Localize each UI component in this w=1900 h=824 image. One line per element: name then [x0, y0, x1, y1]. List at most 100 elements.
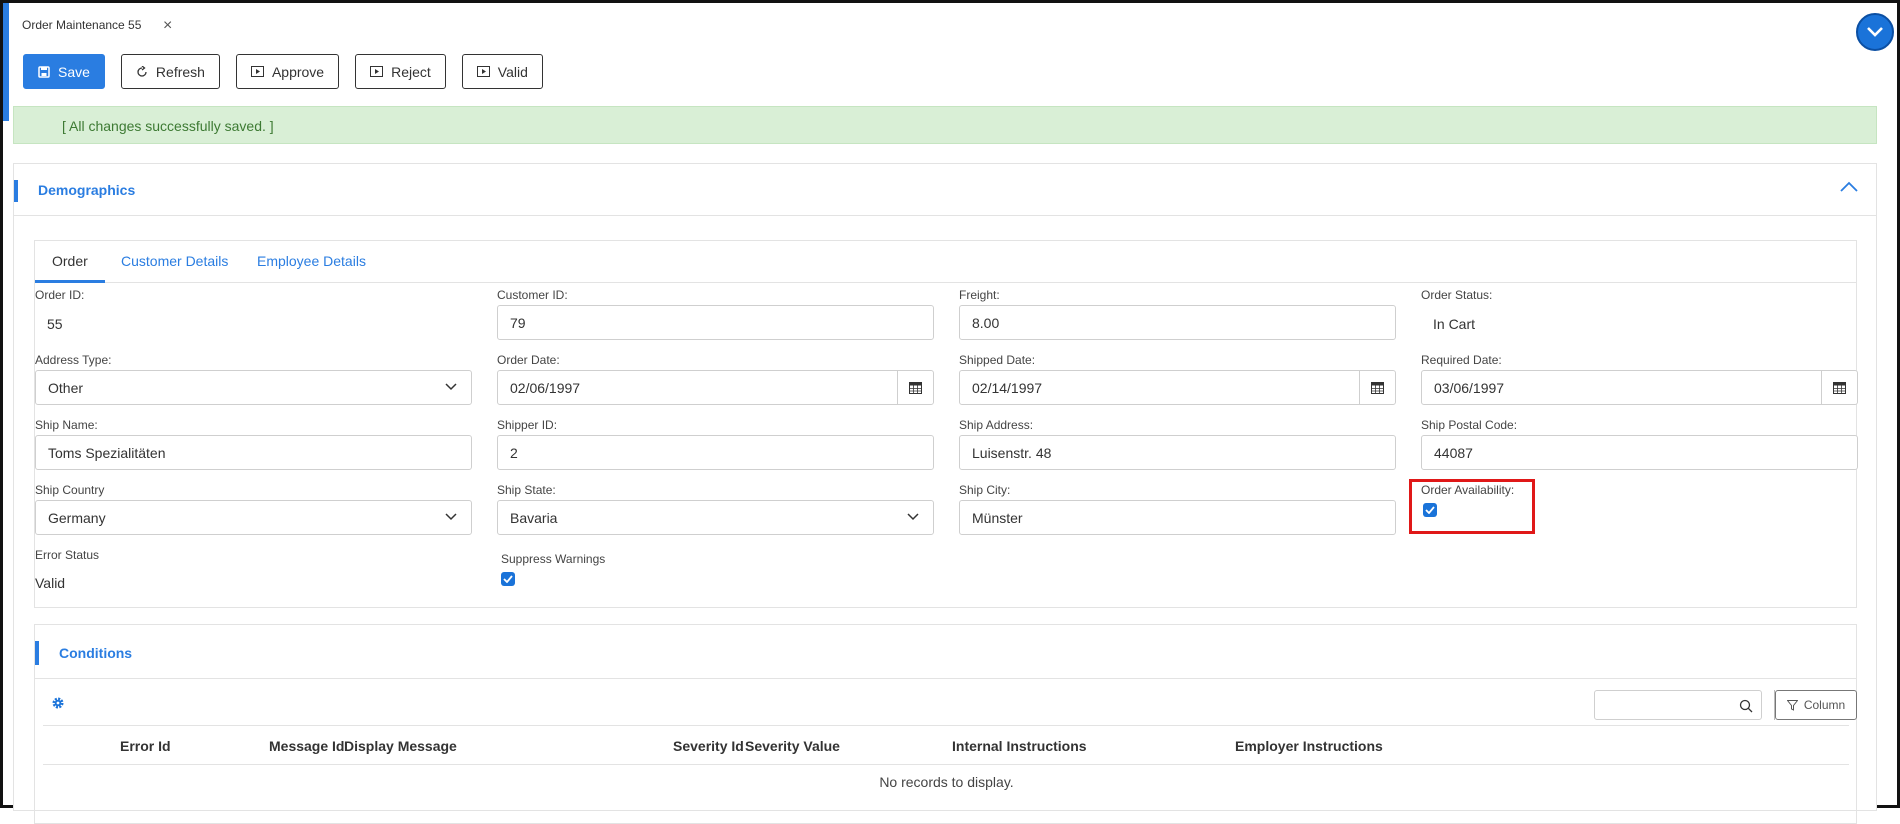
success-message: [ All changes successfully saved. ]: [62, 118, 274, 134]
ship-state-label: Ship State:: [497, 483, 556, 497]
tab-customer-details[interactable]: Customer Details: [121, 253, 228, 269]
customer-id-label: Customer ID:: [497, 288, 568, 302]
chevron-down-icon[interactable]: [1856, 13, 1894, 51]
order-date-label: Order Date:: [497, 353, 560, 367]
column-button-label: Column: [1803, 698, 1846, 712]
order-date-value: 02/06/1997: [510, 379, 581, 396]
order-date-input[interactable]: 02/06/1997: [497, 370, 934, 405]
close-icon[interactable]: ×: [163, 18, 172, 34]
valid-button[interactable]: Valid: [461, 54, 543, 89]
active-tab-underline: [35, 280, 105, 283]
chevron-down-icon: [445, 513, 457, 521]
window-tab-title[interactable]: Order Maintenance 55: [22, 18, 141, 32]
empty-grid-message: No records to display.: [879, 774, 1014, 790]
calendar-icon[interactable]: [1359, 371, 1395, 404]
shipper-id-label: Shipper ID:: [497, 418, 558, 432]
grid-search-input[interactable]: [1594, 690, 1762, 720]
column-chooser-button[interactable]: Column: [1775, 690, 1857, 720]
ship-city-input[interactable]: Münster: [959, 500, 1396, 535]
column-severity-id[interactable]: Severity Id: [673, 738, 744, 754]
valid-label: Valid: [497, 63, 528, 80]
conditions-header: Conditions: [35, 625, 1856, 679]
column-error-id[interactable]: Error Id: [120, 738, 171, 754]
demographics-header[interactable]: Demographics: [14, 164, 1876, 216]
approve-button[interactable]: Approve: [235, 54, 340, 89]
column-employer-instructions[interactable]: Employer Instructions: [1235, 738, 1383, 754]
refresh-icon: [137, 65, 147, 77]
ship-state-select[interactable]: Bavaria: [497, 500, 934, 535]
app-frame: Order Maintenance 55 × Save Refresh Appr…: [0, 0, 1900, 824]
shipped-date-input[interactable]: 02/14/1997: [959, 370, 1396, 405]
reject-label: Reject: [391, 63, 431, 80]
demographics-section: Demographics Order Customer Details Empl…: [13, 163, 1877, 824]
error-status-value: Valid: [35, 575, 66, 591]
ship-city-value: Münster: [972, 509, 1023, 526]
conditions-title: Conditions: [59, 645, 133, 661]
ship-postal-code-input[interactable]: 44087: [1421, 435, 1858, 470]
required-date-value: 03/06/1997: [1434, 379, 1505, 396]
chevron-up-icon[interactable]: [1840, 180, 1858, 198]
tab-order[interactable]: Order: [52, 253, 88, 269]
filter-icon: [1786, 699, 1798, 711]
chevron-down-icon: [907, 513, 919, 521]
calendar-icon[interactable]: [1821, 371, 1857, 404]
chevron-down-icon: [445, 383, 457, 391]
column-severity-value[interactable]: Severity Value: [745, 738, 840, 754]
customer-id-value: 79: [510, 314, 526, 331]
ship-name-label: Ship Name:: [35, 418, 98, 432]
customer-id-input[interactable]: 79: [497, 305, 934, 340]
address-type-label: Address Type:: [35, 353, 112, 367]
refresh-label: Refresh: [155, 63, 205, 80]
order-status-value: In Cart: [1433, 316, 1476, 332]
tab-employee-details[interactable]: Employee Details: [257, 253, 366, 269]
error-status-label: Error Status: [35, 548, 100, 562]
column-message-id[interactable]: Message Id: [269, 738, 344, 754]
reject-button[interactable]: Reject: [355, 54, 446, 89]
ship-country-value: Germany: [48, 509, 106, 526]
ship-address-label: Ship Address:: [959, 418, 1034, 432]
suppress-warnings-checkbox[interactable]: [501, 572, 515, 586]
grid-header-row: Error Id Message Id Display Message Seve…: [43, 725, 1849, 765]
order-id-value: 55: [47, 316, 63, 332]
shipper-id-input[interactable]: 2: [497, 435, 934, 470]
left-accent-gap: [9, 3, 13, 121]
ship-name-value: Toms Spezialitäten: [48, 444, 166, 461]
column-internal-instructions[interactable]: Internal Instructions: [952, 738, 1087, 754]
order-id-label: Order ID:: [35, 288, 85, 302]
freight-input[interactable]: 8.00: [959, 305, 1396, 340]
ship-address-input[interactable]: Luisenstr. 48: [959, 435, 1396, 470]
column-display-message[interactable]: Display Message: [344, 738, 457, 754]
required-date-label: Required Date:: [1421, 353, 1502, 367]
ship-name-input[interactable]: Toms Spezialitäten: [35, 435, 472, 470]
save-icon: [38, 65, 50, 78]
tab-bar: Order Customer Details Employee Details: [35, 241, 1856, 283]
section-accent-bar: [14, 180, 18, 202]
ship-city-label: Ship City:: [959, 483, 1011, 497]
save-button[interactable]: Save: [23, 54, 105, 89]
required-date-input[interactable]: 03/06/1997: [1421, 370, 1858, 405]
highlight-box: [1409, 479, 1535, 534]
toolbar: Save Refresh Approve Reject Valid: [23, 54, 543, 89]
gear-icon[interactable]: [51, 696, 65, 715]
ship-postal-code-value: 44087: [1434, 444, 1473, 461]
freight-label: Freight:: [959, 288, 1000, 302]
ship-country-label: Ship Country: [35, 483, 105, 497]
section-accent-bar: [35, 641, 39, 665]
save-label: Save: [58, 63, 90, 80]
order-form-card: Order Customer Details Employee Details …: [34, 240, 1858, 608]
check-icon: [503, 575, 513, 583]
play-box-icon: [250, 66, 264, 77]
approve-label: Approve: [271, 63, 325, 80]
search-icon: [1739, 699, 1753, 713]
refresh-button[interactable]: Refresh: [120, 54, 220, 89]
shipper-id-value: 2: [510, 444, 518, 461]
order-status-label: Order Status:: [1421, 288, 1493, 302]
play-box-icon: [476, 66, 490, 77]
success-message-bar: [ All changes successfully saved. ]: [13, 106, 1877, 144]
ship-country-select[interactable]: Germany: [35, 500, 472, 535]
calendar-icon[interactable]: [897, 371, 933, 404]
shipped-date-value: 02/14/1997: [972, 379, 1043, 396]
address-type-value: Other: [48, 379, 84, 396]
play-box-icon: [370, 66, 384, 77]
address-type-select[interactable]: Other: [35, 370, 472, 405]
